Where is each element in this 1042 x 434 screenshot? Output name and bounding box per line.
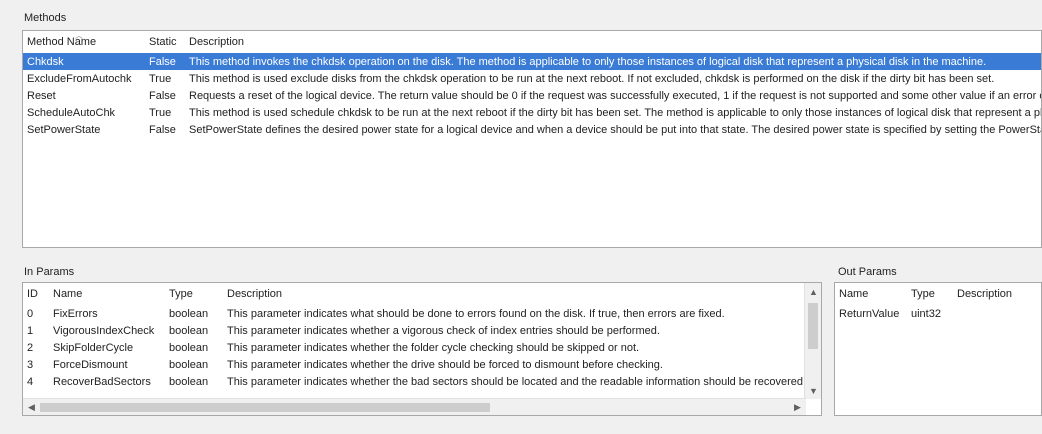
method-name-cell: SetPowerState: [27, 123, 101, 136]
param-description-cell: This parameter indicates whether the bad…: [227, 375, 806, 388]
method-static-cell: False: [149, 89, 176, 102]
scroll-up-arrow-icon[interactable]: ▲: [805, 283, 821, 300]
param-id-cell: 4: [27, 375, 34, 388]
scroll-left-arrow-icon[interactable]: ◀: [23, 399, 40, 415]
param-description-cell: [953, 305, 1041, 322]
methods-group-label: Methods: [24, 12, 67, 24]
method-description-cell: Requests a reset of the logical device. …: [189, 89, 1041, 102]
out-params-list[interactable]: Name Type Description ReturnValue uint32: [834, 282, 1042, 416]
vertical-scroll-thumb[interactable]: [808, 303, 818, 349]
method-row[interactable]: ExcludeFromAutochk True This method is u…: [23, 70, 1041, 87]
param-id-cell: 3: [27, 358, 34, 371]
out-params-header-row: Name Type Description: [835, 283, 1041, 305]
param-type-cell: boolean: [169, 324, 209, 337]
method-static-cell: True: [149, 72, 172, 85]
column-header-id[interactable]: ID: [23, 283, 49, 305]
column-header-description[interactable]: Description: [223, 283, 806, 305]
column-header-static[interactable]: Static: [145, 31, 185, 53]
param-description-cell: This parameter indicates whether a vigor…: [227, 324, 660, 337]
method-description-cell: This method is used exclude disks from t…: [189, 72, 995, 85]
in-params-group-label: In Params: [24, 266, 75, 278]
in-param-row[interactable]: 1 VigorousIndexCheck boolean This parame…: [23, 322, 806, 339]
method-description-cell: This method is used schedule chkdsk to b…: [189, 106, 1041, 119]
column-header-method-name[interactable]: ︿ Method Name: [23, 31, 145, 53]
in-params-header-row: ID Name Type Description: [23, 283, 806, 305]
in-params-horizontal-scrollbar[interactable]: ◀ ▶: [23, 398, 806, 415]
method-name-cell: ExcludeFromAutochk: [27, 72, 132, 85]
scroll-down-arrow-icon[interactable]: ▼: [805, 382, 821, 399]
method-name-cell: ScheduleAutoChk: [27, 106, 116, 119]
param-type-cell: boolean: [169, 307, 209, 320]
column-header-description[interactable]: Description: [953, 283, 1041, 305]
column-header-type[interactable]: Type: [907, 283, 953, 305]
method-static-cell: False: [149, 123, 176, 136]
param-name-cell: RecoverBadSectors: [53, 375, 151, 388]
sort-ascending-icon: ︿: [75, 31, 83, 40]
param-id-cell: 0: [27, 307, 34, 320]
in-param-row[interactable]: 0 FixErrors boolean This parameter indic…: [23, 305, 806, 322]
column-header-name[interactable]: Name: [835, 283, 907, 305]
param-type-cell: boolean: [169, 375, 209, 388]
param-name-cell: FixErrors: [53, 307, 98, 320]
in-params-vertical-scrollbar[interactable]: ▲ ▼: [804, 283, 821, 399]
column-header-description[interactable]: Description: [185, 31, 1041, 53]
param-name-cell: ForceDismount: [53, 358, 128, 371]
param-name-cell: VigorousIndexCheck: [53, 324, 155, 337]
param-id-cell: 2: [27, 341, 34, 354]
method-name-cell: Reset: [27, 89, 56, 102]
method-name-cell: Chkdsk: [23, 53, 145, 70]
column-header-type[interactable]: Type: [165, 283, 223, 305]
method-row[interactable]: ScheduleAutoChk True This method is used…: [23, 104, 1041, 121]
in-param-row[interactable]: 3 ForceDismount boolean This parameter i…: [23, 356, 806, 373]
param-type-cell: uint32: [911, 307, 941, 320]
param-name-cell: ReturnValue: [839, 307, 900, 320]
horizontal-scroll-thumb[interactable]: [40, 403, 490, 412]
in-params-table: ID Name Type Description 0 FixErrors boo…: [23, 283, 806, 390]
method-static-cell: False: [145, 53, 185, 70]
method-row[interactable]: SetPowerState False SetPowerState define…: [23, 121, 1041, 138]
param-description-cell: This parameter indicates whether the dri…: [227, 358, 663, 371]
methods-list[interactable]: ︿ Method Name Static Description Chkdsk F…: [22, 30, 1042, 248]
out-params-group-label: Out Params: [838, 266, 897, 278]
method-row[interactable]: Chkdsk False This method invokes the chk…: [23, 53, 1041, 70]
in-param-row[interactable]: 4 RecoverBadSectors boolean This paramet…: [23, 373, 806, 390]
param-description-cell: This parameter indicates whether the fol…: [227, 341, 640, 354]
column-header-name[interactable]: Name: [49, 283, 165, 305]
out-param-row[interactable]: ReturnValue uint32: [835, 305, 1041, 322]
param-name-cell: SkipFolderCycle: [53, 341, 134, 354]
method-description-cell: This method invokes the chkdsk operation…: [185, 53, 1041, 70]
param-id-cell: 1: [27, 324, 34, 337]
param-type-cell: boolean: [169, 358, 209, 371]
method-description-cell: SetPowerState defines the desired power …: [189, 123, 1041, 136]
param-description-cell: This parameter indicates what should be …: [227, 307, 725, 320]
in-param-row[interactable]: 2 SkipFolderCycle boolean This parameter…: [23, 339, 806, 356]
out-params-table: Name Type Description ReturnValue uint32: [835, 283, 1041, 322]
methods-table: ︿ Method Name Static Description Chkdsk F…: [23, 31, 1041, 138]
in-params-list[interactable]: ID Name Type Description 0 FixErrors boo…: [22, 282, 822, 416]
method-row[interactable]: Reset False Requests a reset of the logi…: [23, 87, 1041, 104]
methods-header-row: ︿ Method Name Static Description: [23, 31, 1041, 53]
scroll-right-arrow-icon[interactable]: ▶: [789, 399, 806, 415]
method-static-cell: True: [149, 106, 172, 119]
param-type-cell: boolean: [169, 341, 209, 354]
